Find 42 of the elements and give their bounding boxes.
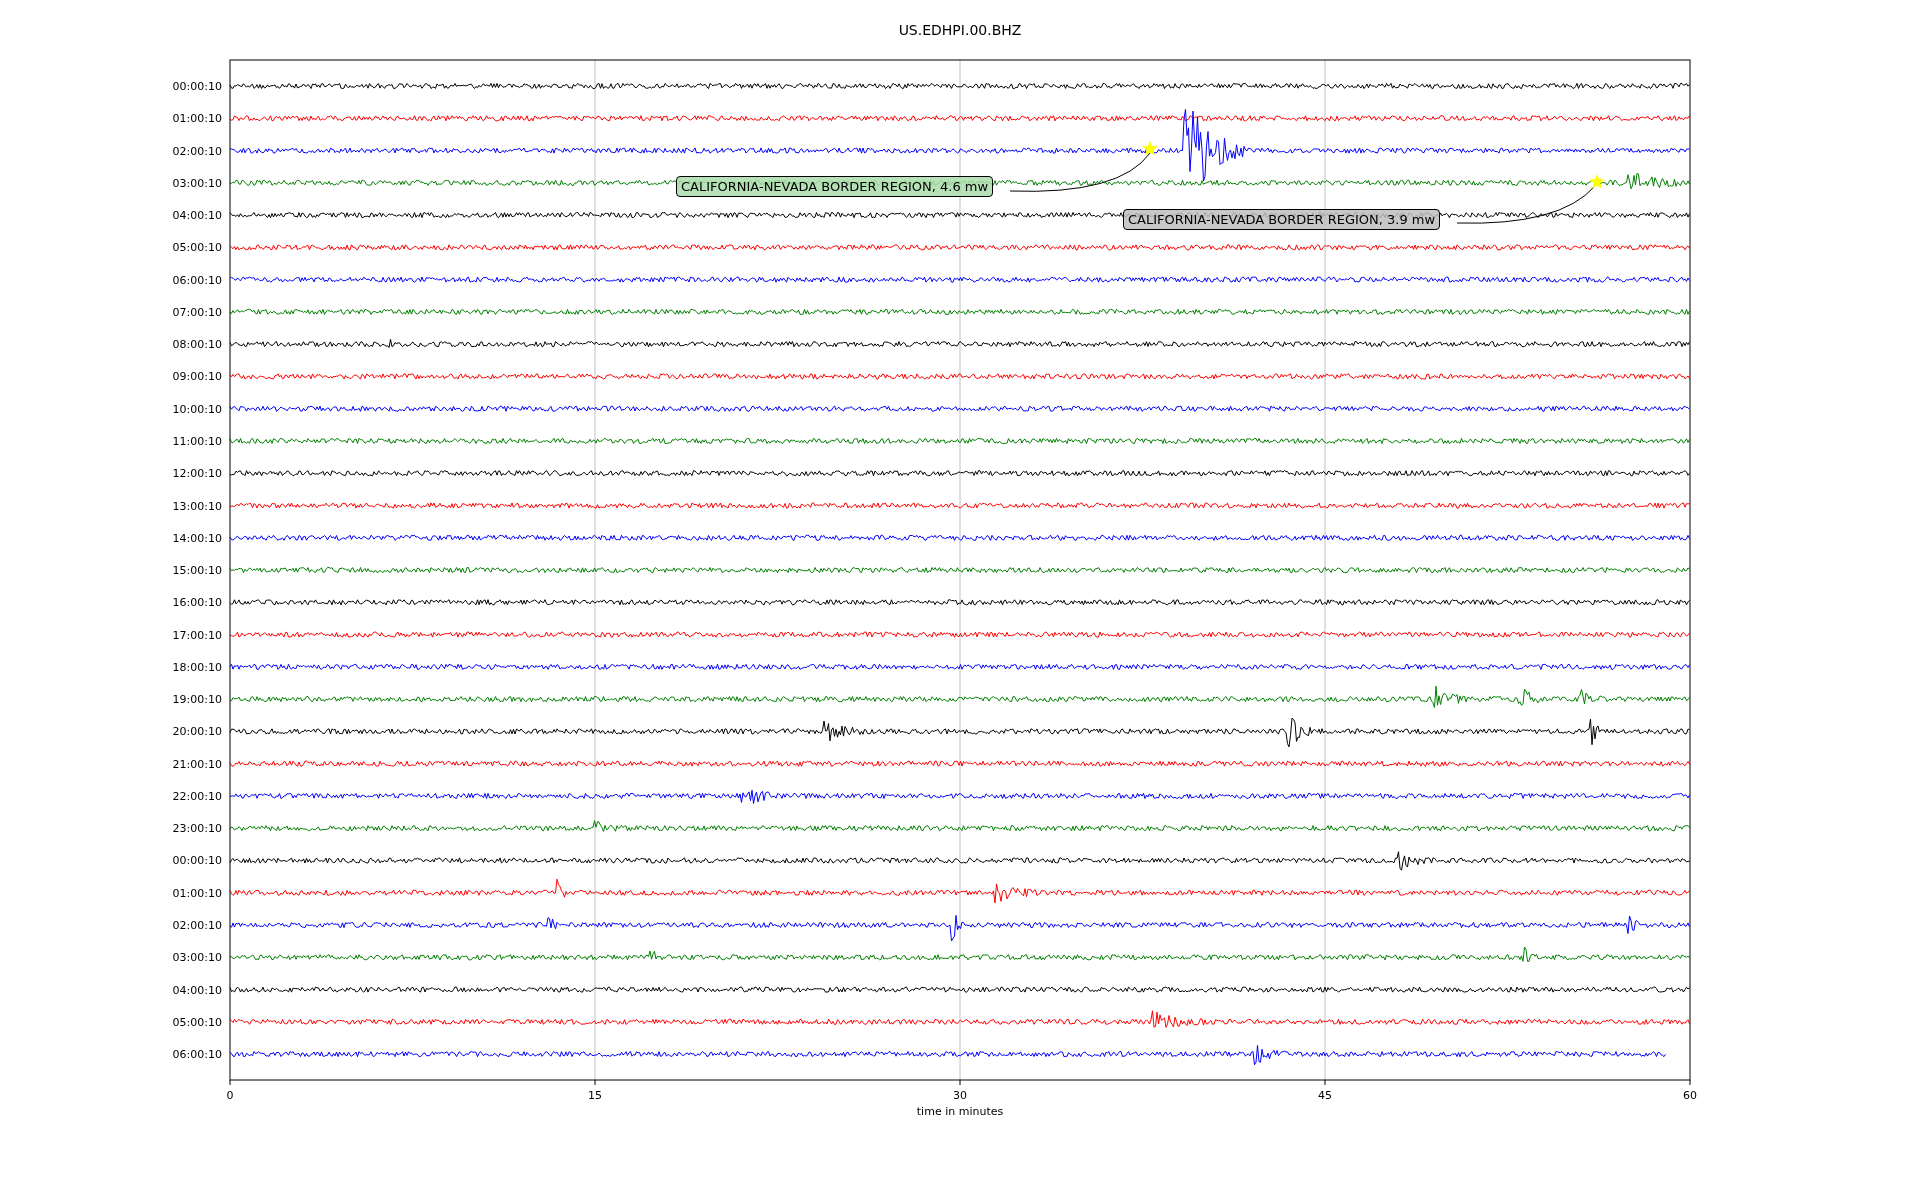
tick-label: 0 <box>226 1089 234 1102</box>
time-label: 03:00:10 <box>172 176 222 190</box>
time-label: 12:00:10 <box>172 467 222 481</box>
event-label: CALIFORNIA-NEVADA BORDER REGION, 4.6 mw <box>676 176 994 197</box>
time-label: 19:00:10 <box>172 693 222 707</box>
time-label: 03:00:10 <box>172 951 222 965</box>
time-label: 02:00:10 <box>172 919 222 932</box>
time-label: 06:00:10 <box>172 1048 222 1062</box>
time-label: 05:00:10 <box>172 1015 222 1029</box>
time-label: 09:00:10 <box>172 370 222 384</box>
star-icon <box>1142 141 1158 156</box>
time-label: 05:00:10 <box>172 241 222 255</box>
time-label: 13:00:10 <box>172 499 222 513</box>
time-label: 01:00:10 <box>172 112 222 126</box>
plot-title: US.EDHPI.00.BHZ <box>898 22 1022 38</box>
tick-label: 30 <box>953 1089 967 1102</box>
time-label: 01:00:10 <box>172 886 222 900</box>
tick-label: 60 <box>1683 1089 1697 1102</box>
time-label: 20:00:10 <box>172 725 222 739</box>
time-label: 08:00:10 <box>172 338 222 352</box>
time-label: 16:00:10 <box>172 596 222 610</box>
time-label: 11:00:10 <box>172 434 222 448</box>
time-label: 22:00:10 <box>172 789 222 803</box>
star-icon <box>1589 174 1605 189</box>
time-label: 10:00:10 <box>172 402 222 416</box>
event-label: CALIFORNIA-NEVADA BORDER REGION, 3.9 mw <box>1123 209 1441 230</box>
time-label: 04:00:10 <box>172 209 222 223</box>
time-label: 00:00:10 <box>172 854 222 868</box>
time-label: 02:00:10 <box>172 144 222 158</box>
time-label: 18:00:10 <box>172 660 222 674</box>
time-label: 07:00:10 <box>172 305 222 319</box>
axis-label: time in minutes <box>916 1105 1004 1118</box>
tick-label: 45 <box>1318 1089 1332 1102</box>
time-label: 00:00:10 <box>172 80 222 93</box>
time-label: 23:00:10 <box>172 822 222 836</box>
time-label: 14:00:10 <box>172 531 222 545</box>
time-label: 15:00:10 <box>172 564 222 578</box>
time-label: 17:00:10 <box>172 628 222 642</box>
time-label: 06:00:10 <box>172 273 222 287</box>
tick-label: 15 <box>588 1089 602 1102</box>
time-label: 04:00:10 <box>172 983 222 997</box>
time-label: 21:00:10 <box>172 757 222 771</box>
